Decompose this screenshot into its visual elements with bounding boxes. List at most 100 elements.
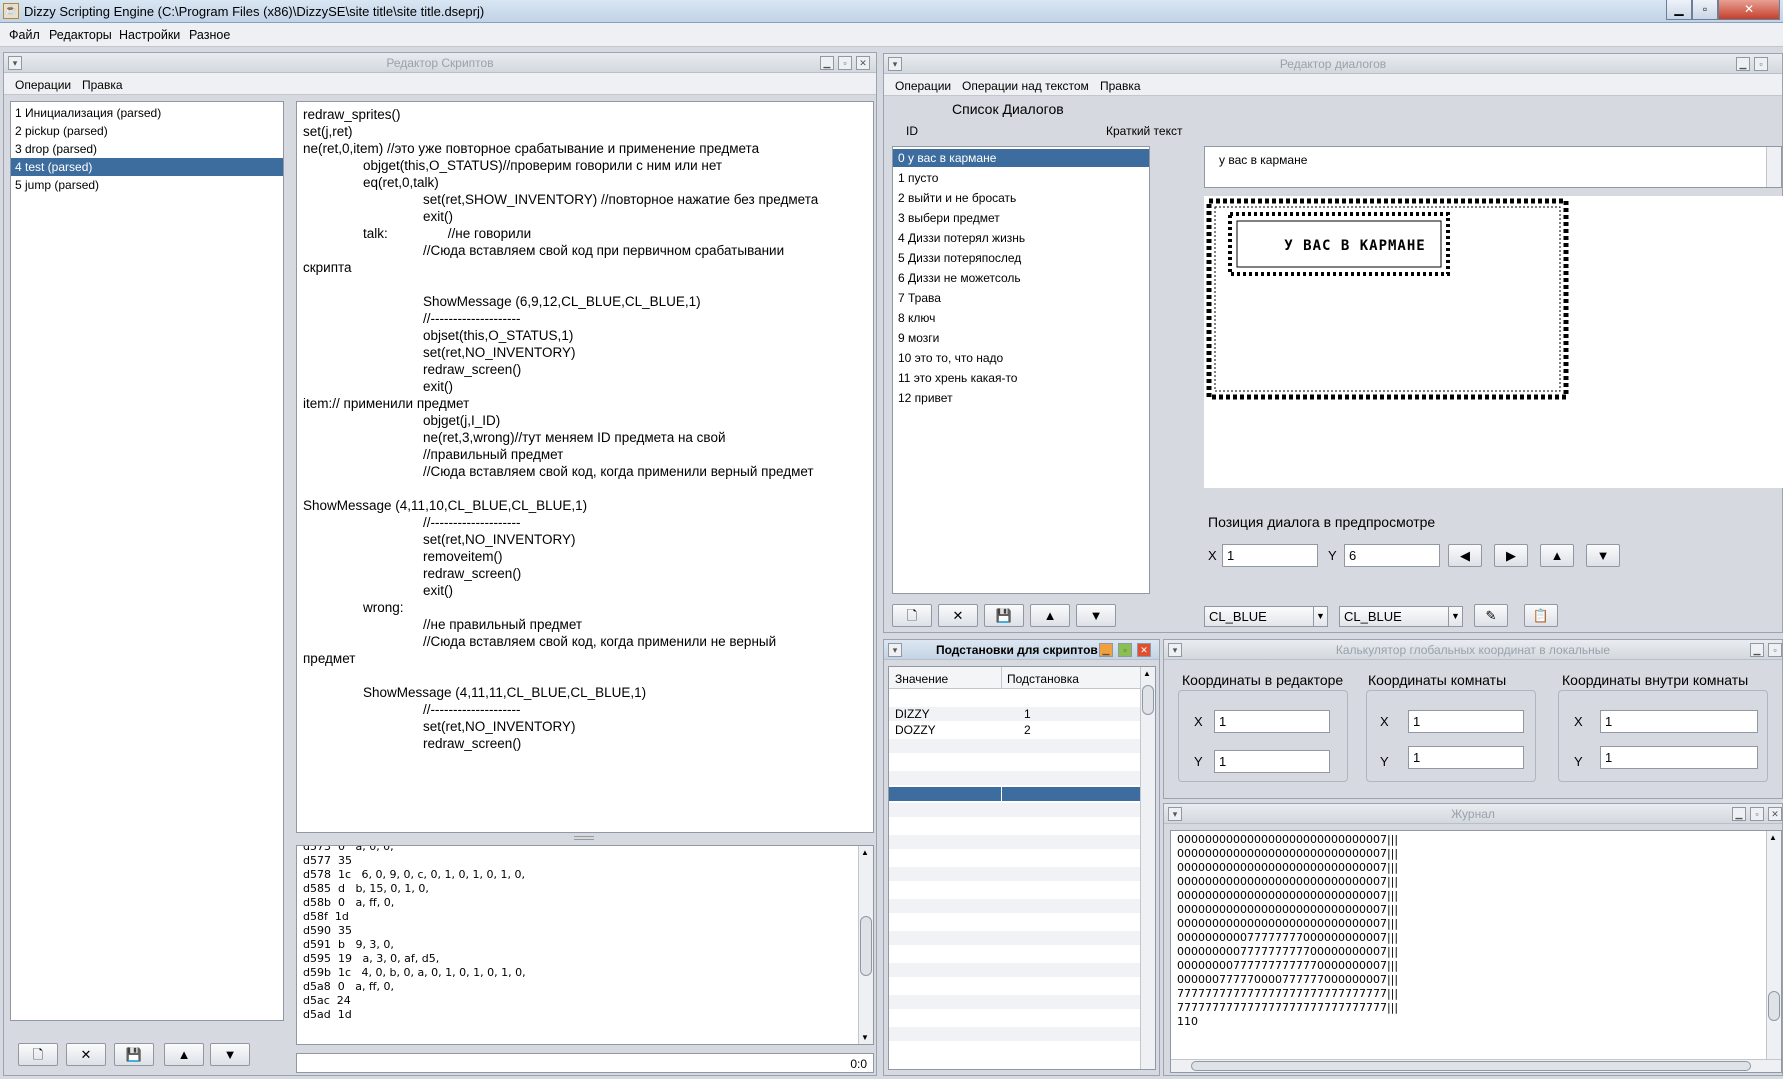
color1-select[interactable]: CL_BLUE ▼ bbox=[1204, 606, 1328, 627]
move-right-button[interactable]: ▶ bbox=[1494, 544, 1528, 567]
inroom-y-input[interactable]: 1 bbox=[1600, 746, 1758, 769]
table-row[interactable] bbox=[889, 899, 1140, 913]
editor-y-input[interactable]: 1 bbox=[1214, 750, 1330, 773]
list-item[interactable]: 2 pickup (parsed) bbox=[11, 122, 283, 140]
close-icon[interactable]: ✕ bbox=[856, 56, 870, 70]
clipboard-button[interactable]: 📋 bbox=[1524, 604, 1558, 627]
menu-operations[interactable]: Операции bbox=[895, 79, 951, 93]
list-item[interactable]: 10 это то, что надо bbox=[893, 349, 1149, 367]
dialog-list[interactable]: 0 у вас в кармане 1 пусто 2 выйти и не бро… bbox=[892, 146, 1150, 594]
move-down-button[interactable]: ▼ bbox=[210, 1043, 250, 1066]
list-item[interactable]: 3 drop (parsed) bbox=[11, 140, 283, 158]
table-row[interactable] bbox=[889, 771, 1140, 785]
move-down-button[interactable]: ▼ bbox=[1586, 544, 1620, 567]
menu-settings[interactable]: Настройки bbox=[119, 28, 180, 42]
list-item[interactable]: 7 Трава bbox=[893, 289, 1149, 307]
list-item[interactable]: 2 выйти и не бросать bbox=[893, 189, 1149, 207]
position-y-input[interactable]: 6 bbox=[1344, 544, 1440, 567]
code-editor[interactable]: redraw_sprites() set(j,ret) ne(ret,0,item)… bbox=[296, 101, 874, 833]
bytecode-view[interactable]: ▲ ▼ d573 0 a, 0, 0, d577 35 d578 1c 6, 0, … bbox=[296, 845, 874, 1045]
table-row[interactable] bbox=[889, 1011, 1140, 1025]
maximize-icon[interactable]: ▫ bbox=[1118, 643, 1132, 657]
table-row[interactable] bbox=[889, 947, 1140, 961]
table-row[interactable] bbox=[889, 963, 1140, 977]
inroom-x-input[interactable]: 1 bbox=[1600, 710, 1758, 733]
vertical-scrollbar[interactable]: ▲ ▼ bbox=[858, 846, 873, 1044]
new-dialog-button[interactable]: 🗋 bbox=[892, 604, 932, 627]
move-up-button[interactable]: ▲ bbox=[1540, 544, 1574, 567]
table-row[interactable] bbox=[889, 995, 1140, 1009]
table-row[interactable] bbox=[889, 803, 1140, 817]
move-up-button[interactable]: ▲ bbox=[164, 1043, 204, 1066]
minimize-icon[interactable]: ▁ bbox=[1732, 807, 1746, 821]
table-row[interactable] bbox=[889, 867, 1140, 881]
table-row[interactable]: DIZZY 1 bbox=[889, 707, 1140, 721]
maximize-icon[interactable]: ▫ bbox=[1692, 0, 1718, 20]
list-item[interactable]: 8 ключ bbox=[893, 309, 1149, 327]
menu-editors[interactable]: Редакторы bbox=[49, 28, 112, 42]
table-row[interactable] bbox=[889, 739, 1140, 753]
table-row[interactable] bbox=[889, 915, 1140, 929]
list-item[interactable]: 5 jump (parsed) bbox=[11, 176, 283, 194]
table-row[interactable] bbox=[889, 931, 1140, 945]
menu-edit[interactable]: Правка bbox=[1100, 79, 1141, 93]
list-item[interactable]: 3 выбери предмет bbox=[893, 209, 1149, 227]
table-row[interactable] bbox=[889, 787, 1140, 801]
list-item[interactable]: 1 пусто bbox=[893, 169, 1149, 187]
table-row[interactable] bbox=[889, 835, 1140, 849]
dialog-text-area[interactable]: у вас в кармане bbox=[1204, 146, 1782, 188]
save-script-button[interactable]: 💾 bbox=[114, 1043, 154, 1066]
table-row[interactable] bbox=[889, 979, 1140, 993]
list-item[interactable]: 1 Инициализация (parsed) bbox=[11, 104, 283, 122]
delete-script-button[interactable]: ✕ bbox=[66, 1043, 106, 1066]
close-icon[interactable]: ✕ bbox=[1137, 643, 1151, 657]
maximize-icon[interactable]: ▫ bbox=[1754, 57, 1768, 71]
script-list[interactable]: 1 Инициализация (parsed) 2 pickup (parsed… bbox=[10, 101, 284, 1021]
panel-menu-icon[interactable]: ▾ bbox=[888, 643, 902, 657]
table-row[interactable] bbox=[889, 755, 1140, 769]
menu-edit[interactable]: Правка bbox=[82, 78, 123, 92]
close-icon[interactable]: ✕ bbox=[1718, 0, 1780, 20]
dialog-up-button[interactable]: ▲ bbox=[1030, 604, 1070, 627]
table-row[interactable] bbox=[889, 851, 1140, 865]
delete-dialog-button[interactable]: ✕ bbox=[938, 604, 978, 627]
vertical-scrollbar[interactable]: ▲ bbox=[1140, 667, 1155, 1069]
maximize-icon[interactable]: ▫ bbox=[1750, 807, 1764, 821]
menu-file[interactable]: Файл bbox=[9, 28, 40, 42]
list-item[interactable]: 11 это хрень какая-то bbox=[893, 369, 1149, 387]
splitter-handle[interactable] bbox=[574, 836, 594, 840]
table-row[interactable]: DOZZY 2 bbox=[889, 723, 1140, 737]
dialog-down-button[interactable]: ▼ bbox=[1076, 604, 1116, 627]
table-row[interactable] bbox=[889, 691, 1140, 705]
list-item[interactable]: 9 мозги bbox=[893, 329, 1149, 347]
table-row[interactable] bbox=[889, 883, 1140, 897]
menu-text-operations[interactable]: Операции над текстом bbox=[962, 79, 1089, 93]
position-x-input[interactable]: 1 bbox=[1222, 544, 1318, 567]
minimize-icon[interactable]: ▁ bbox=[1736, 57, 1750, 71]
table-row[interactable] bbox=[889, 1027, 1140, 1041]
room-y-input[interactable]: 1 bbox=[1408, 746, 1524, 769]
list-item[interactable]: 5 Диззи потеряпослед bbox=[893, 249, 1149, 267]
menu-operations[interactable]: Операции bbox=[15, 78, 71, 92]
minimize-icon[interactable]: ▁ bbox=[820, 56, 834, 70]
list-item[interactable]: 0 у вас в кармане bbox=[893, 149, 1149, 167]
vertical-scrollbar[interactable] bbox=[1766, 147, 1781, 187]
maximize-icon[interactable]: ▫ bbox=[1768, 643, 1782, 657]
move-left-button[interactable]: ◀ bbox=[1448, 544, 1482, 567]
horizontal-scrollbar[interactable] bbox=[1171, 1059, 1781, 1072]
close-icon[interactable]: ✕ bbox=[1768, 807, 1782, 821]
list-item[interactable]: 4 test (parsed) bbox=[11, 158, 283, 176]
journal-log[interactable]: ▲ 000000000000000000000000000007||| 00000… bbox=[1170, 830, 1782, 1073]
edit-button[interactable]: ✎ bbox=[1474, 604, 1508, 627]
minimize-icon[interactable]: ▁ bbox=[1099, 643, 1113, 657]
maximize-icon[interactable]: ▫ bbox=[838, 56, 852, 70]
save-dialog-button[interactable]: 💾 bbox=[984, 604, 1024, 627]
vertical-scrollbar[interactable]: ▲ bbox=[1766, 831, 1781, 1059]
room-x-input[interactable]: 1 bbox=[1408, 710, 1524, 733]
minimize-icon[interactable]: ▁ bbox=[1750, 643, 1764, 657]
list-item[interactable]: 12 привет bbox=[893, 389, 1149, 407]
substitutions-table[interactable]: Значение Подстановка ▲ DIZZY 1 DOZZY 2 bbox=[888, 666, 1156, 1070]
editor-x-input[interactable]: 1 bbox=[1214, 710, 1330, 733]
table-row[interactable] bbox=[889, 819, 1140, 833]
list-item[interactable]: 4 Диззи потерял жизнь bbox=[893, 229, 1149, 247]
